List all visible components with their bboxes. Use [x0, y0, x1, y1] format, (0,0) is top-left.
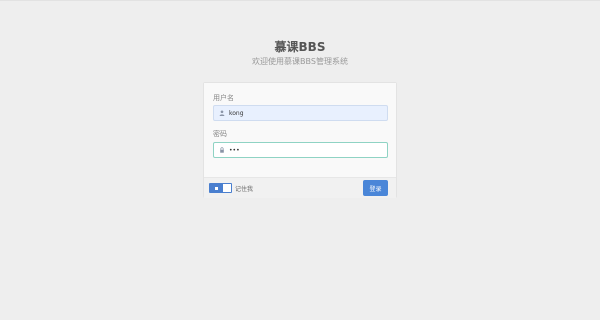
login-card: 用户名 kong 密码 ••• 记住我 登录 [203, 82, 397, 198]
lock-icon [219, 147, 225, 153]
remember-me-label: 记住我 [235, 186, 254, 193]
login-page: 慕课BBS 欢迎使用慕课BBS管理系统 用户名 kong 密码 ••• 记住我 … [0, 0, 600, 320]
page-title: 慕课BBS [274, 40, 326, 54]
login-footer: 记住我 登录 [204, 177, 396, 198]
toggle-knob [210, 184, 223, 192]
login-button[interactable]: 登录 [363, 180, 388, 196]
login-form: 用户名 kong 密码 ••• [204, 83, 396, 177]
page-subtitle: 欢迎使用慕课BBS管理系统 [252, 57, 348, 66]
remember-me-toggle[interactable] [209, 183, 232, 193]
username-value: kong [229, 109, 244, 117]
user-icon [219, 110, 225, 116]
password-input[interactable]: ••• [213, 142, 388, 158]
username-input[interactable]: kong [213, 105, 388, 121]
username-label: 用户名 [213, 94, 234, 102]
password-label: 密码 [213, 130, 227, 138]
toggle-on-indicator [215, 186, 218, 190]
password-value: ••• [229, 146, 240, 154]
